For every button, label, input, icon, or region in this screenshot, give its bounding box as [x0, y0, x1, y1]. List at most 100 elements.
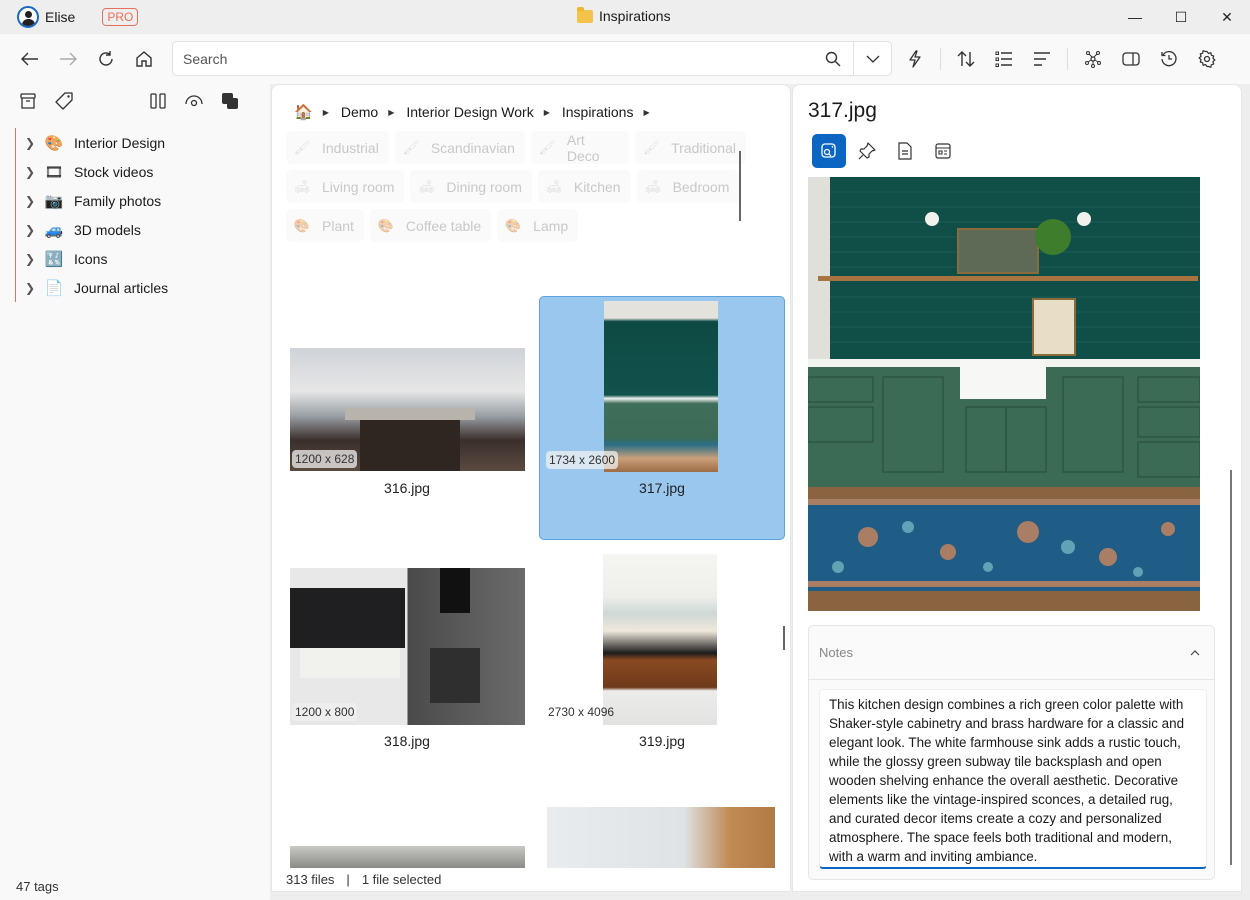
tab-form[interactable] — [926, 134, 960, 168]
notes-textarea[interactable]: This kitchen design combines a rich gree… — [819, 689, 1207, 869]
align-button[interactable] — [1023, 42, 1061, 76]
quick-actions-button[interactable] — [896, 42, 934, 76]
chevron-up-icon[interactable] — [1190, 649, 1200, 656]
tag-chip[interactable]: 🖌 Scandinavian — [394, 131, 525, 164]
palette-icon: 🎨 — [293, 217, 311, 233]
inspector-title: 317.jpg — [808, 99, 877, 122]
breadcrumb-home-icon[interactable]: 🏠 — [294, 103, 313, 121]
file-item[interactable]: 1200 x 628 316.jpg — [284, 296, 530, 540]
breadcrumb-separator-icon[interactable]: ▶ — [388, 108, 394, 117]
tag-chips-scrollbar[interactable] — [739, 151, 741, 221]
dimensions-badge: 1200 x 800 — [292, 703, 358, 721]
forward-button[interactable] — [49, 42, 87, 76]
search-options-dropdown[interactable] — [853, 42, 891, 75]
file-thumbnail — [603, 554, 717, 725]
breadcrumb-separator-icon[interactable]: ▶ — [544, 108, 550, 117]
chevron-right-icon[interactable]: ❯ — [16, 165, 44, 179]
tag-chip[interactable]: 🖌 Art Deco — [530, 131, 630, 164]
tree-item-journal-articles[interactable]: ❯ 📄 Journal articles — [16, 273, 168, 302]
search-button[interactable] — [813, 42, 853, 75]
tree-item-stock-videos[interactable]: ❯ 🎞 Stock videos — [16, 157, 168, 186]
tag-chip[interactable]: 🖌 Traditional — [635, 131, 746, 164]
chevron-right-icon[interactable]: ❯ — [16, 194, 44, 208]
tag-chip[interactable]: 🛋 Dining room — [410, 170, 532, 203]
inspector-tabs — [812, 134, 960, 168]
breadcrumb-item[interactable]: Interior Design Work — [406, 104, 533, 120]
tab-pin[interactable] — [850, 134, 884, 168]
brush-icon: 🖌 — [642, 139, 660, 155]
chevron-right-icon[interactable]: ❯ — [16, 223, 44, 237]
tag-chip[interactable]: 🎨 Coffee table — [369, 209, 492, 242]
settings-button[interactable] — [1188, 42, 1226, 76]
tag-chip-label: Kitchen — [573, 178, 621, 195]
overlap-button[interactable] — [212, 84, 248, 118]
tag-chip[interactable]: 🛋 Living room — [286, 170, 405, 203]
file-list-scrollbar[interactable] — [783, 626, 785, 650]
history-button[interactable] — [1150, 42, 1188, 76]
document-icon: 📄 — [44, 279, 64, 297]
chevron-right-icon[interactable]: ❯ — [16, 136, 44, 150]
tree-item-3d-models[interactable]: ❯ 🚙 3D models — [16, 215, 168, 244]
pin-icon — [858, 142, 876, 160]
checklist-icon — [995, 51, 1012, 67]
breadcrumb-item[interactable]: Inspirations — [562, 104, 634, 120]
tab-image-search[interactable] — [812, 134, 846, 168]
search-input[interactable] — [173, 42, 813, 75]
toolbar-divider — [1067, 48, 1068, 70]
file-thumbnail-partial[interactable] — [547, 807, 775, 868]
tag-chip[interactable]: 🛋 Bedroom — [636, 170, 740, 203]
visibility-button[interactable] — [176, 84, 212, 118]
tree-item-interior-design[interactable]: ❯ 🎨 Interior Design — [16, 128, 168, 157]
tags-button[interactable] — [46, 84, 82, 118]
toolbar-divider — [940, 48, 941, 70]
pro-badge[interactable]: PRO — [102, 8, 139, 26]
user-account[interactable]: Elise — [17, 6, 75, 28]
tag-chip[interactable]: 🛋 Kitchen — [537, 170, 631, 203]
minimize-button[interactable]: — — [1112, 0, 1158, 34]
file-item-selected[interactable]: 1734 x 2600 317.jpg — [539, 296, 785, 540]
tag-chip[interactable]: 🖌 Industrial — [286, 131, 389, 164]
file-thumbnail-partial[interactable] — [290, 846, 525, 868]
toggle-panel-button[interactable] — [1112, 42, 1150, 76]
tab-document[interactable] — [888, 134, 922, 168]
archive-button[interactable] — [10, 84, 46, 118]
tree-item-icons[interactable]: ❯ 🔣 Icons — [16, 244, 168, 273]
tag-chip-label: Coffee table — [405, 217, 482, 234]
selection-count: 1 file selected — [361, 872, 442, 887]
close-button[interactable]: ✕ — [1204, 0, 1250, 34]
file-item[interactable]: 2730 x 4096 319.jpg — [539, 549, 785, 793]
notes-header[interactable]: Notes — [809, 626, 1214, 680]
tag-chip[interactable]: 🎨 Plant — [286, 209, 364, 242]
home-button[interactable] — [125, 42, 163, 76]
breadcrumb-separator-icon[interactable]: ▶ — [323, 108, 329, 117]
tree-item-label: Icons — [74, 250, 108, 267]
chevron-right-icon[interactable]: ❯ — [16, 281, 44, 295]
reload-button[interactable] — [87, 42, 125, 76]
tag-chip[interactable]: 🎨 Lamp — [497, 209, 579, 242]
maximize-button[interactable]: ☐ — [1158, 0, 1204, 34]
file-item[interactable]: 1200 x 800 318.jpg — [284, 549, 530, 793]
panel-right-icon — [1122, 52, 1140, 66]
overlap-icon — [222, 93, 238, 109]
tree-item-family-photos[interactable]: ❯ 📷 Family photos — [16, 186, 168, 215]
chevron-right-icon[interactable]: ❯ — [16, 252, 44, 266]
tag-chip-label: Industrial — [322, 139, 379, 156]
sort-button[interactable] — [947, 42, 985, 76]
file-browser: 🏠 ▶ Demo ▶ Interior Design Work ▶ Inspir… — [271, 84, 791, 892]
arrow-right-icon — [60, 52, 77, 66]
breadcrumb-item[interactable]: Demo — [341, 104, 378, 120]
form-icon — [935, 143, 951, 159]
dimensions-badge: 1734 x 2600 — [546, 451, 619, 469]
car-icon: 🚙 — [44, 221, 64, 239]
dimensions-badge: 2730 x 4096 — [548, 705, 615, 719]
breadcrumb-separator-icon[interactable]: ▶ — [643, 108, 649, 117]
back-button[interactable] — [11, 42, 49, 76]
list-view-button[interactable] — [985, 42, 1023, 76]
columns-button[interactable] — [140, 84, 176, 118]
tag-filter-chips: 🖌 Industrial 🖌 Scandinavian 🖌 Art Deco 🖌 Tra… — [286, 131, 746, 248]
graph-view-button[interactable] — [1074, 42, 1112, 76]
inspector-scrollbar[interactable] — [1230, 470, 1232, 865]
symbols-icon: 🔣 — [44, 250, 64, 268]
image-preview[interactable] — [808, 177, 1200, 611]
network-icon — [1085, 51, 1101, 68]
